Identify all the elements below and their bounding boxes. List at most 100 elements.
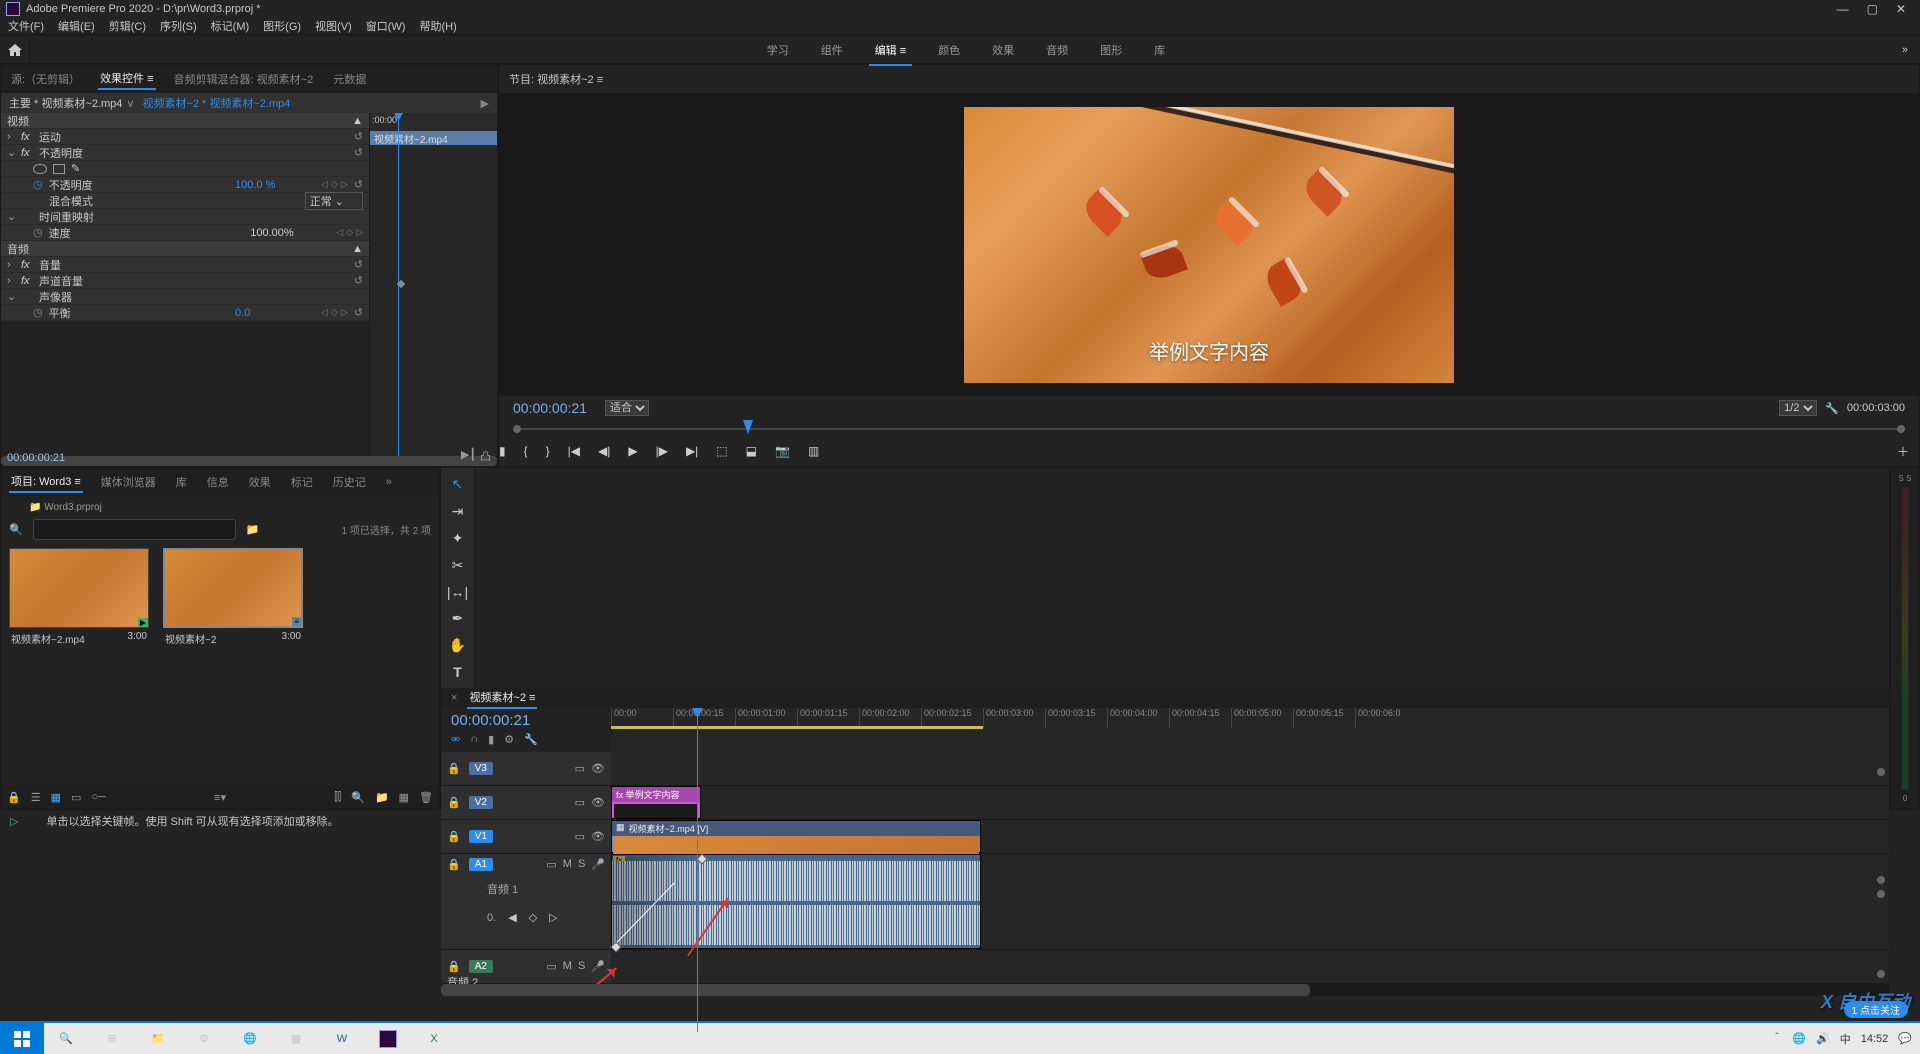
go-to-out-icon[interactable]: ▶| <box>686 444 698 458</box>
timeline-playhead[interactable] <box>697 708 698 1032</box>
step-forward-icon[interactable]: |▶ <box>656 444 668 458</box>
window-minimize[interactable]: — <box>1837 2 1849 16</box>
reset-icon[interactable]: ↺ <box>354 274 363 287</box>
step-back-icon[interactable]: ◀| <box>598 444 610 458</box>
track-label-a2[interactable]: A2 <box>469 960 493 973</box>
go-to-in-icon[interactable]: |◀ <box>568 444 580 458</box>
new-item-icon[interactable]: ▦ <box>399 791 409 804</box>
vscroll-mid2-handle[interactable] <box>1877 890 1885 898</box>
reset-icon[interactable]: ↺ <box>354 178 363 191</box>
window-maximize[interactable]: ▢ <box>1867 2 1878 16</box>
track-lock-icon[interactable]: 🔒 <box>447 796 461 809</box>
mask-ellipse-icon[interactable] <box>33 164 47 174</box>
tab-libraries[interactable]: 库 <box>174 472 189 492</box>
selection-tool-icon[interactable]: ↖ <box>452 476 464 493</box>
menu-graphics[interactable]: 图形(G) <box>263 18 301 34</box>
ec-balance-value[interactable]: 0.0 <box>235 307 315 319</box>
lift-icon[interactable]: ⬚ <box>716 444 727 458</box>
tab-project[interactable]: 项目: Word3 ≡ <box>9 471 83 493</box>
taskbar-search-icon[interactable]: 🔍 <box>44 1023 88 1054</box>
chevron-down-icon[interactable]: ⌄ <box>7 146 15 159</box>
prev-keyframe-icon[interactable]: ◁ <box>321 179 328 190</box>
button-editor-icon[interactable]: ＋ <box>1897 443 1909 460</box>
track-visibility-icon[interactable]: 👁 <box>591 796 605 809</box>
sort-icon[interactable]: ≡▾ <box>214 791 226 804</box>
scrub-handle-left[interactable] <box>513 425 521 433</box>
program-timecode[interactable]: 00:00:00:21 <box>513 400 587 416</box>
delete-icon[interactable]: 🗑 <box>419 791 433 804</box>
solo-icon[interactable]: S <box>578 960 585 973</box>
workspace-tab-assembly[interactable]: 组件 <box>821 42 843 58</box>
tray-notifications-icon[interactable]: 💬 <box>1898 1032 1912 1045</box>
chevron-right-icon[interactable]: › <box>7 275 15 287</box>
add-keyframe-icon[interactable]: ◇ <box>331 179 338 190</box>
compare-icon[interactable]: ▥ <box>808 444 819 458</box>
program-scrub-bar[interactable] <box>513 420 1905 436</box>
chevron-right-icon[interactable]: › <box>7 259 15 271</box>
ec-hscroll[interactable] <box>1 456 497 466</box>
menu-edit[interactable]: 编辑(E) <box>58 18 95 34</box>
track-label-a1[interactable]: A1 <box>469 858 493 871</box>
program-video-preview[interactable]: 举例文字内容 <box>964 107 1454 383</box>
chevron-down-icon[interactable]: ⌄ <box>7 210 15 223</box>
timeline-clip-title[interactable]: fx 举例文字内容 <box>611 786 701 819</box>
ec-speed-value[interactable]: 100.00% <box>250 227 330 239</box>
solo-icon[interactable]: S <box>578 858 585 871</box>
timeline-close-icon[interactable]: × <box>451 692 457 704</box>
scrub-handle-right[interactable] <box>1897 425 1905 433</box>
timeline-hscroll[interactable] <box>441 984 1310 996</box>
pen-tool-icon[interactable]: ✒ <box>452 610 464 627</box>
stopwatch-icon[interactable]: ◷ <box>33 178 43 191</box>
timeline-workarea[interactable] <box>611 726 983 729</box>
slip-tool-icon[interactable]: |↔| <box>447 584 468 600</box>
mask-pen-icon[interactable]: ✎ <box>71 162 80 175</box>
project-item[interactable]: ▶ 视频素材~2.mp43:00 <box>9 548 149 649</box>
workspace-tab-graphics[interactable]: 图形 <box>1100 42 1122 58</box>
track-output-icon[interactable]: ▭ <box>546 960 556 973</box>
tray-sound-icon[interactable]: 🔊 <box>1816 1032 1830 1045</box>
find-icon[interactable]: 🔍 <box>351 791 365 804</box>
track-output-icon[interactable]: ▭ <box>546 858 556 871</box>
timeline-clip-video[interactable]: ▦ 视频素材~2.mp4 [V] <box>611 820 981 853</box>
window-close[interactable]: ✕ <box>1896 2 1906 16</box>
track-visibility-icon[interactable]: 👁 <box>591 762 605 775</box>
workspace-tab-learn[interactable]: 学习 <box>767 42 789 58</box>
reset-icon[interactable]: ↺ <box>354 258 363 271</box>
snap-icon[interactable]: ⚮ <box>451 733 460 746</box>
project-search-input[interactable] <box>33 519 236 540</box>
next-keyframe-icon[interactable]: ▷ <box>341 179 348 190</box>
taskbar-premiere-icon[interactable] <box>366 1023 410 1054</box>
menu-view[interactable]: 视图(V) <box>315 18 352 34</box>
track-label-v2[interactable]: V2 <box>469 796 493 809</box>
voice-icon[interactable]: 🎤 <box>591 858 605 871</box>
prev-keyframe-icon[interactable]: ◀ <box>508 911 516 924</box>
tab-info[interactable]: 信息 <box>205 472 231 492</box>
menu-help[interactable]: 帮助(H) <box>419 18 456 34</box>
vscroll-bottom-handle[interactable] <box>1877 970 1885 978</box>
program-fit-select[interactable]: 适合 <box>605 400 649 416</box>
workspace-overflow[interactable]: » <box>1902 44 1908 56</box>
list-view-icon[interactable]: ☰ <box>31 791 41 804</box>
collapse-up-icon[interactable]: ▲ <box>352 243 363 255</box>
track-label-v1[interactable]: V1 <box>469 830 493 843</box>
ec-blend-mode[interactable]: 正常 ⌄ <box>305 192 363 210</box>
add-keyframe-icon[interactable]: ◇ <box>331 307 338 318</box>
prev-keyframe-icon[interactable]: ◁ <box>336 227 343 238</box>
program-playhead[interactable] <box>743 420 753 434</box>
vscroll-top-handle[interactable] <box>1877 768 1885 776</box>
hand-tool-icon[interactable]: ✋ <box>449 637 466 654</box>
collapse-up-icon[interactable]: ▲ <box>352 115 363 127</box>
ec-loop-icon[interactable]: ▶┃ <box>461 448 476 464</box>
menu-clip[interactable]: 剪辑(C) <box>109 18 146 34</box>
taskbar-chrome-icon[interactable]: 🌐 <box>228 1023 272 1054</box>
track-label-v3[interactable]: V3 <box>469 762 493 775</box>
taskbar-settings-icon[interactable]: ⚙ <box>182 1023 226 1054</box>
ec-opacity-value[interactable]: 100.0 % <box>235 179 315 191</box>
menu-window[interactable]: 窗口(W) <box>366 18 406 34</box>
stopwatch-icon[interactable]: ◷ <box>33 226 43 239</box>
tab-audio-mixer[interactable]: 音频剪辑混合器: 视频素材~2 <box>172 69 316 89</box>
freeform-view-icon[interactable]: ▭ <box>71 791 81 804</box>
track-output-icon[interactable]: ▭ <box>575 830 585 843</box>
type-tool-icon[interactable]: T <box>453 664 462 680</box>
menu-file[interactable]: 文件(F) <box>8 18 44 34</box>
